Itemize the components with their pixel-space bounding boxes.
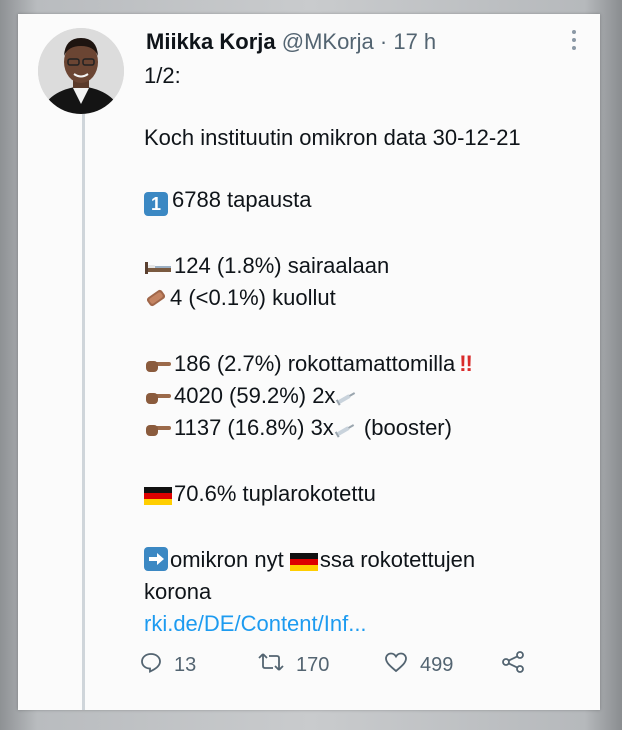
thread-line — [82, 110, 85, 710]
tweet-line-cases: 1 6788 tapausta — [144, 184, 582, 216]
tweet-line-hospital: 124 (1.8%) sairaalaan — [144, 250, 582, 282]
more-icon[interactable] — [570, 26, 578, 52]
germany-flag-icon — [289, 548, 318, 580]
retweet-icon — [258, 651, 284, 679]
heart-icon — [384, 651, 408, 679]
tweet-line-korona: korona — [144, 579, 212, 604]
tweet-link[interactable]: rki.de/DE/Content/Inf... — [144, 608, 582, 640]
germany-flag-icon — [144, 482, 172, 514]
pointing-hand-icon — [144, 416, 172, 448]
tweet-line-3x: 1137 (16.8%) 3x (booster) — [144, 412, 582, 444]
tweet-line-2x: 4020 (59.2%) 2x — [144, 380, 582, 412]
share-icon — [500, 650, 526, 680]
booster-text: (booster) — [357, 415, 452, 440]
tweet-header: Miikka Korja @MKorja · 17 h — [146, 28, 590, 56]
deaths-text: 4 (<0.1%) kuollut — [170, 285, 336, 310]
tweet-line-deaths: 4 (<0.1%) kuollut — [144, 282, 582, 314]
separator-dot: · — [379, 29, 388, 54]
author-handle[interactable]: @MKorja — [282, 29, 374, 54]
tweet-body: 1/2: Koch instituutin omikron data 30-12… — [144, 60, 582, 640]
vaccinated-text: ssa rokotettujen — [319, 547, 476, 572]
reply-icon — [140, 651, 162, 679]
three-dose-text: 1137 (16.8%) 3x — [174, 415, 334, 440]
tweet-line-unvaccinated: 186 (2.7%) rokottamattomilla!! — [144, 348, 582, 380]
cases-text: 6788 tapausta — [172, 187, 312, 212]
retweet-button[interactable]: 170 — [258, 650, 329, 680]
tweet-card[interactable]: Miikka Korja @MKorja · 17 h 1/2: Koch in… — [18, 14, 600, 710]
avatar[interactable] — [38, 28, 124, 114]
thread-counter: 1/2: — [144, 63, 181, 88]
retweet-count: 170 — [296, 653, 330, 676]
double-exclamation-icon: !! — [459, 351, 473, 376]
reply-count: 13 — [174, 653, 197, 676]
hospital-text: 124 (1.8%) sairaalaan — [174, 253, 390, 278]
omikron-text: omikron nyt — [170, 547, 284, 572]
like-button[interactable]: 499 — [384, 650, 453, 680]
unvaccinated-text: 186 (2.7%) rokottamattomilla — [174, 351, 456, 376]
tweet-line-omikron: omikron nyt ssa rokotettujen — [144, 544, 582, 576]
timestamp[interactable]: 17 h — [393, 29, 436, 54]
tweet-line-title: Koch instituutin omikron data 30-12-21 — [144, 125, 521, 150]
tweet-actions: 13 170 499 — [140, 650, 560, 680]
syringe-icon — [334, 416, 356, 448]
two-dose-text: 4020 (59.2%) 2x — [174, 383, 336, 408]
like-count: 499 — [420, 653, 454, 676]
share-button[interactable] — [500, 650, 526, 680]
reply-button[interactable]: 13 — [140, 650, 196, 680]
author-name[interactable]: Miikka Korja — [146, 29, 276, 54]
tweet-line-double-vaccinated: 70.6% tuplarokotettu — [144, 478, 582, 510]
keycap-one-icon: 1 — [144, 192, 168, 216]
coffin-icon — [144, 286, 168, 318]
double-vaccinated-text: 70.6% tuplarokotettu — [174, 481, 376, 506]
